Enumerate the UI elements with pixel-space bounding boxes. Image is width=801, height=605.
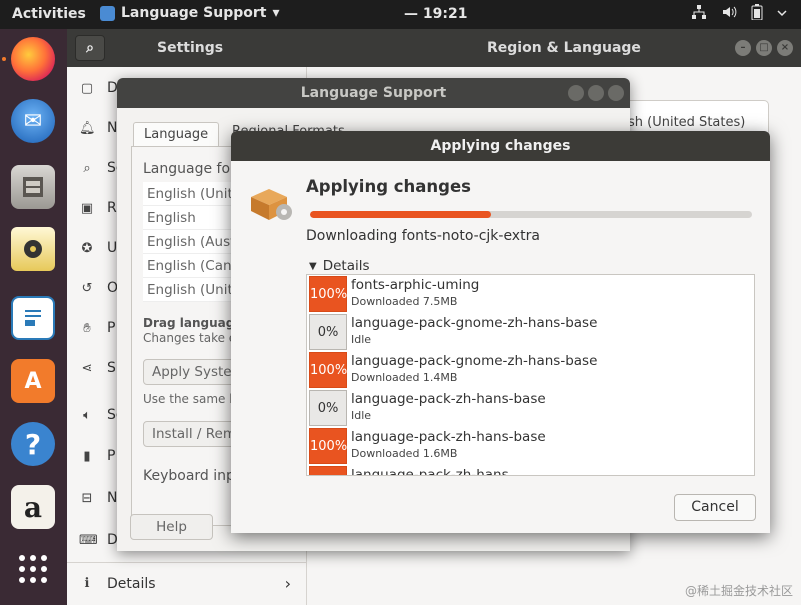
status-text: Downloading fonts-noto-cjk-extra	[306, 228, 540, 244]
list-item: 0% language-pack-gnome-zh-hans-base Idle	[307, 313, 754, 351]
close-icon[interactable]	[608, 85, 624, 101]
sidebar-item-label: N	[107, 490, 118, 506]
app-menu[interactable]: Language Support ▾	[100, 5, 280, 21]
power-icon: ▮	[83, 448, 91, 464]
dialog-titlebar: Applying changes	[231, 131, 770, 161]
activities-button[interactable]: Activities	[12, 6, 86, 22]
amazon-icon[interactable]: a	[11, 485, 55, 529]
settings-header-bar: ⌕ Settings Region & Language – □ ×	[67, 29, 801, 67]
changes-take-effect-label: Changes take ef	[143, 331, 241, 345]
language-support-titlebar: Language Support	[117, 78, 630, 108]
maximize-icon[interactable]: □	[756, 40, 772, 56]
list-item: 0% language-pack-zh-hans-base Idle	[307, 389, 754, 427]
firefox-icon[interactable]	[11, 37, 55, 81]
tab-language[interactable]: Language	[133, 122, 220, 146]
sidebar-item-details[interactable]: ℹ Details ›	[67, 562, 307, 604]
package-progress-badge: 0%	[309, 390, 347, 426]
online-accounts-icon: ↺	[81, 280, 93, 296]
chevron-down-icon: ▾	[272, 5, 280, 21]
package-status: Downloaded 7.5MB	[351, 295, 458, 308]
language-support-app-icon	[100, 5, 115, 21]
clock[interactable]: — 19:21	[404, 6, 467, 22]
dock: ✉ A ? a	[0, 29, 67, 605]
package-progress-badge: 100%	[309, 276, 347, 312]
package-name: language-pack-gnome-zh-hans-base	[351, 315, 598, 331]
triangle-down-icon: ▼	[309, 260, 317, 272]
maximize-icon[interactable]	[588, 85, 604, 101]
rhythmbox-icon[interactable]	[11, 227, 55, 271]
list-item: 100% language-pack-zh-hans-base Downloaded…	[307, 427, 754, 465]
sidebar-item-label: U	[107, 240, 118, 256]
minimize-icon[interactable]	[568, 85, 584, 101]
notifications-icon: 🔔︎	[79, 120, 96, 136]
progress-fill	[310, 211, 492, 218]
ubuntu-software-icon[interactable]: A	[11, 359, 55, 403]
region-icon: ▣	[80, 200, 94, 216]
package-name: language-pack-zh-hans	[351, 467, 509, 476]
close-icon[interactable]: ×	[777, 40, 793, 56]
package-list[interactable]: 100% fonts-arphic-uming Downloaded 7.5MB 0%…	[306, 274, 755, 476]
package-name: language-pack-zh-hans-base	[351, 429, 546, 445]
cancel-button[interactable]: Cancel	[674, 494, 756, 521]
minimize-icon[interactable]: –	[735, 40, 751, 56]
universal-access-icon: ✪	[81, 240, 93, 256]
progress-bar	[310, 211, 752, 218]
chevron-right-icon: ›	[284, 574, 291, 593]
system-menu-icon[interactable]	[777, 6, 787, 22]
package-progress-badge: 0%	[309, 314, 347, 350]
running-indicator	[2, 57, 6, 61]
package-name: language-pack-gnome-zh-hans-base	[351, 353, 598, 369]
details-label: Details	[322, 258, 370, 274]
system-tray[interactable]	[691, 4, 787, 24]
package-status: Downloaded 1.4MB	[351, 371, 458, 384]
package-progress-badge: 100%	[309, 352, 347, 388]
package-name: language-pack-zh-hans-base	[351, 391, 546, 407]
keyboard-input-label: Keyboard inp	[143, 468, 235, 484]
libreoffice-writer-icon[interactable]	[11, 296, 55, 340]
search-icon: ⌕	[83, 160, 91, 176]
list-item: 100% language-pack-gnome-zh-hans-base Down…	[307, 351, 754, 389]
package-progress-badge: 100%	[309, 428, 347, 464]
watermark: @稀土掘金技术社区	[684, 584, 793, 598]
panel-title: Region & Language	[487, 40, 641, 56]
show-applications-icon[interactable]	[11, 547, 55, 591]
settings-title: Settings	[157, 40, 224, 56]
sharing-icon: ⋖	[81, 360, 93, 376]
details-expander[interactable]: ▼ Details	[309, 258, 370, 274]
network-icon[interactable]	[691, 4, 707, 24]
sound-icon: 🔈︎	[83, 407, 91, 423]
dialog-heading: Applying changes	[306, 177, 471, 196]
sidebar-item-label: P	[107, 448, 116, 464]
sidebar-item-label: P	[107, 320, 116, 336]
thunderbird-icon[interactable]: ✉	[11, 99, 55, 143]
files-icon[interactable]	[11, 165, 55, 209]
volume-icon[interactable]	[721, 4, 737, 24]
list-item: language-pack-zh-hans	[307, 465, 754, 476]
sidebar-item-label: Details	[107, 575, 156, 592]
applying-changes-dialog: Applying changes Applying changes Downlo…	[231, 131, 770, 533]
window-title: Language Support	[300, 85, 447, 101]
help-icon[interactable]: ?	[11, 422, 55, 466]
devices-icon: ⌨	[79, 532, 98, 548]
package-name: fonts-arphic-uming	[351, 277, 480, 293]
info-icon: ℹ	[84, 576, 90, 591]
privacy-icon: ✋︎	[83, 320, 91, 336]
list-item: 100% fonts-arphic-uming Downloaded 7.5MB	[307, 275, 754, 313]
package-status: Idle	[351, 409, 372, 422]
sidebar-item-label: N	[107, 120, 118, 136]
network-icon: ⊟	[81, 490, 93, 506]
sidebar-item-label: R	[107, 200, 117, 216]
language-for-label: Language for	[143, 161, 236, 177]
package-status: Idle	[351, 333, 372, 346]
package-icon	[247, 183, 295, 221]
package-status: Downloaded 1.6MB	[351, 447, 458, 460]
battery-icon[interactable]	[751, 4, 763, 24]
help-button[interactable]: Help	[130, 514, 213, 540]
language-value: sh (United States)	[628, 115, 746, 130]
search-icon[interactable]: ⌕	[75, 35, 105, 61]
display-icon: ▢	[80, 80, 94, 96]
app-menu-label: Language Support	[121, 5, 267, 21]
top-bar: Activities Language Support ▾ — 19:21	[0, 0, 801, 29]
package-progress-badge	[309, 466, 347, 475]
